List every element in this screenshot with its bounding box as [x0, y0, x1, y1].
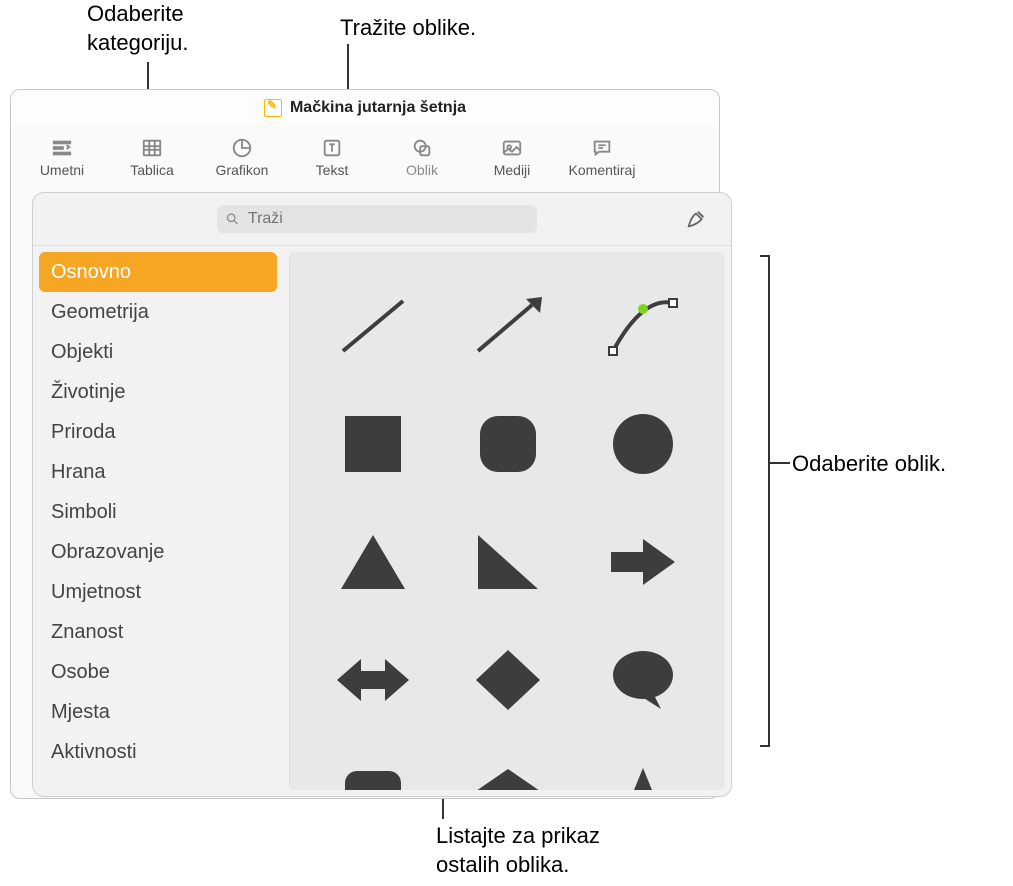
sidebar-item-simboli[interactable]: Simboli — [33, 492, 283, 532]
category-sidebar[interactable]: Osnovno Geometrija Objekti Životinje Pri… — [33, 246, 283, 796]
sidebar-item-zivotinje[interactable]: Životinje — [33, 372, 283, 412]
callout-shape-text: Odaberite oblik. — [792, 450, 946, 479]
callout-shape-line — [770, 462, 790, 464]
sidebar-item-label: Životinje — [51, 381, 125, 404]
shape-arrow-right[interactable] — [584, 512, 701, 612]
media-icon — [498, 136, 526, 160]
toolbar-item-label: Mediji — [494, 162, 531, 178]
insert-icon — [48, 136, 76, 160]
toolbar-item-label: Umetni — [40, 162, 84, 178]
sidebar-item-label: Obrazovanje — [51, 541, 164, 564]
toolbar-item-label: Oblik — [406, 162, 438, 178]
search-field[interactable] — [217, 205, 537, 233]
sidebar-item-label: Mjesta — [51, 701, 110, 724]
shape-pentagon[interactable] — [449, 748, 566, 790]
sidebar-item-obrazovanje[interactable]: Obrazovanje — [33, 532, 283, 572]
shape-callout-box[interactable] — [314, 748, 431, 790]
popover-header — [33, 193, 731, 245]
toolbar-item-chart[interactable]: Grafikon — [197, 132, 287, 186]
sidebar-item-label: Umjetnost — [51, 581, 141, 604]
window-title: Mačkina jutarnja šetnja — [290, 99, 466, 117]
comment-icon — [588, 136, 616, 160]
search-input[interactable] — [246, 209, 529, 229]
toolbar-item-label: Grafikon — [216, 162, 269, 178]
text-icon — [318, 136, 346, 160]
document-icon — [264, 99, 282, 117]
sidebar-item-label: Simboli — [51, 501, 117, 524]
shape-line[interactable] — [314, 276, 431, 376]
shape-triangle[interactable] — [314, 512, 431, 612]
pen-tool-button[interactable] — [677, 205, 717, 233]
shape-right-triangle[interactable] — [449, 512, 566, 612]
sidebar-item-label: Aktivnosti — [51, 741, 137, 764]
sidebar-item-label: Objekti — [51, 341, 113, 364]
bracket-shapes — [760, 255, 770, 747]
sidebar-item-label: Priroda — [51, 421, 115, 444]
toolbar-item-media[interactable]: Mediji — [467, 132, 557, 186]
toolbar-item-label: Komentiraj — [569, 162, 636, 178]
sidebar-item-mjesta[interactable]: Mjesta — [33, 692, 283, 732]
toolbar-item-label: Tablica — [130, 162, 174, 178]
chart-icon — [228, 136, 256, 160]
shape-arrow-line[interactable] — [449, 276, 566, 376]
sidebar-item-label: Znanost — [51, 621, 123, 644]
shapes-panel[interactable] — [289, 252, 725, 790]
toolbar: Umetni Tablica Grafikon Tekst Oblik — [11, 126, 719, 186]
shape-curve[interactable] — [584, 276, 701, 376]
sidebar-item-osobe[interactable]: Osobe — [33, 652, 283, 692]
sidebar-item-label: Hrana — [51, 461, 105, 484]
sidebar-item-priroda[interactable]: Priroda — [33, 412, 283, 452]
sidebar-item-label: Osnovno — [51, 261, 131, 284]
toolbar-item-shape[interactable]: Oblik — [377, 132, 467, 186]
callout-category-text: Odaberite kategoriju. — [87, 0, 189, 57]
shape-diamond[interactable] — [449, 630, 566, 730]
sidebar-item-label: Geometrija — [51, 301, 149, 324]
sidebar-item-label: Osobe — [51, 661, 110, 684]
titlebar: Mačkina jutarnja šetnja — [11, 90, 719, 126]
shape-circle[interactable] — [584, 394, 701, 494]
toolbar-item-comment[interactable]: Komentiraj — [557, 132, 647, 186]
sidebar-item-aktivnosti[interactable]: Aktivnosti — [33, 732, 283, 772]
table-icon — [138, 136, 166, 160]
shape-square[interactable] — [314, 394, 431, 494]
toolbar-item-text[interactable]: Tekst — [287, 132, 377, 186]
toolbar-item-table[interactable]: Tablica — [107, 132, 197, 186]
pen-icon — [686, 208, 708, 230]
sidebar-item-objekti[interactable]: Objekti — [33, 332, 283, 372]
shape-icon — [408, 136, 436, 160]
shape-star[interactable] — [584, 748, 701, 790]
callout-search-text: Tražite oblike. — [340, 14, 476, 43]
sidebar-item-geometrija[interactable]: Geometrija — [33, 292, 283, 332]
sidebar-item-umjetnost[interactable]: Umjetnost — [33, 572, 283, 612]
shape-arrow-both[interactable] — [314, 630, 431, 730]
shape-speech-bubble[interactable] — [584, 630, 701, 730]
sidebar-item-znanost[interactable]: Znanost — [33, 612, 283, 652]
toolbar-item-label: Tekst — [316, 162, 349, 178]
callout-scroll-text: Listajte za prikaz ostalih oblika. — [436, 822, 600, 879]
toolbar-item-insert[interactable]: Umetni — [17, 132, 107, 186]
search-icon — [225, 211, 240, 227]
shape-rounded-square[interactable] — [449, 394, 566, 494]
sidebar-item-osnovno[interactable]: Osnovno — [39, 252, 277, 292]
sidebar-item-hrana[interactable]: Hrana — [33, 452, 283, 492]
shape-popover: Osnovno Geometrija Objekti Životinje Pri… — [32, 192, 732, 797]
